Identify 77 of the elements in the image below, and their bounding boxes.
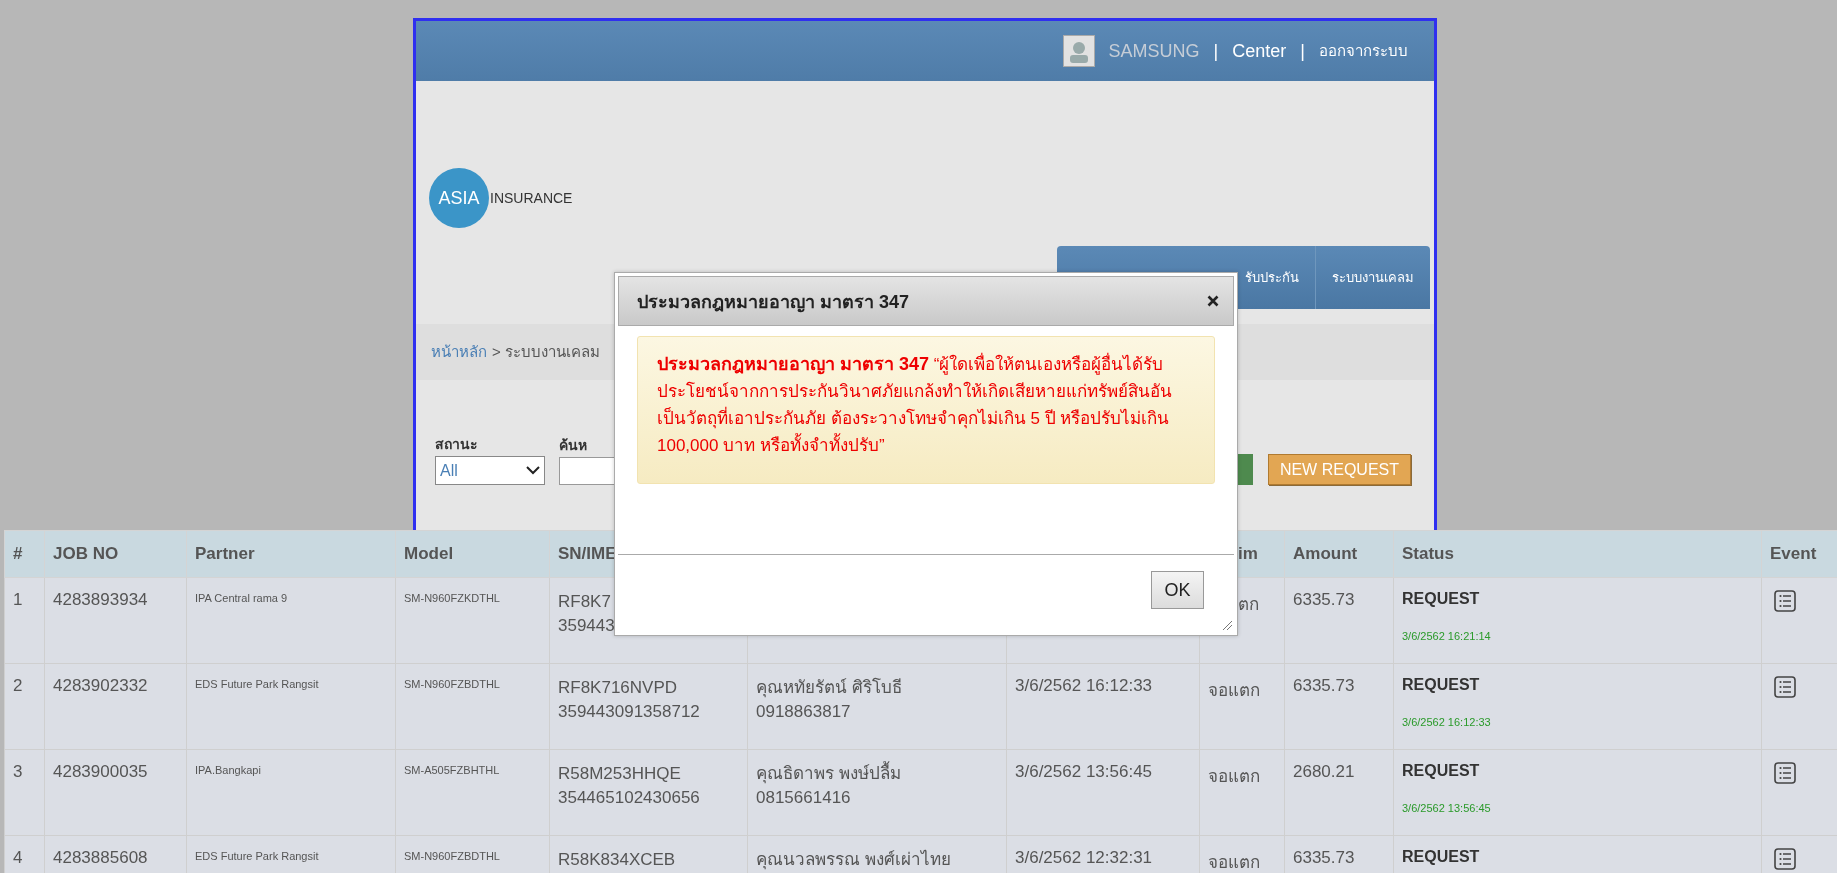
row-number: 2 xyxy=(13,676,23,695)
row-number: 1 xyxy=(13,590,23,609)
nav-item[interactable]: ระบบงานเคลม xyxy=(1316,246,1430,309)
row-number: 4 xyxy=(13,848,23,867)
job-number: 4283900035 xyxy=(53,762,148,781)
customer-info: คุณนวลพรรณ พงศ์เผ่าไทย xyxy=(756,848,952,872)
serial-number: RF8K716NVPD xyxy=(558,677,679,699)
claim-type: จอแตก xyxy=(1208,681,1260,700)
amount: 6335.73 xyxy=(1293,848,1355,867)
resize-grip-icon[interactable] xyxy=(1222,620,1233,631)
list-icon[interactable] xyxy=(1774,762,1796,784)
model-code: SM-N960FZBDTHL xyxy=(404,678,500,690)
column-header: JOB NO xyxy=(44,530,187,578)
status-label: REQUEST xyxy=(1402,848,1481,866)
date-time: 3/6/2562 13:56:45 xyxy=(1015,762,1153,781)
dialog-title: ประมวลกฎหมายอาญา มาตรา 347 xyxy=(637,290,910,315)
amount: 2680.21 xyxy=(1293,762,1355,781)
serial-number: 359443 xyxy=(558,615,616,637)
breadcrumb-current: > ระบบงานเคลม xyxy=(492,342,600,362)
customer-info: 0815661416 xyxy=(756,787,852,809)
logout-link[interactable]: ออกจากระบบ xyxy=(1319,39,1408,63)
partner-name: IPA Central rama 9 xyxy=(195,592,288,604)
date-time: 3/6/2562 12:32:31 xyxy=(1015,848,1153,867)
list-icon[interactable] xyxy=(1774,590,1796,612)
customer-info: 0918863817 xyxy=(756,701,852,723)
column-header: # xyxy=(4,530,45,578)
job-number: 4283902332 xyxy=(53,676,148,695)
status-select[interactable]: All xyxy=(435,456,545,485)
partner-name: IPA.Bangkapi xyxy=(195,764,261,776)
center-link[interactable]: Center xyxy=(1232,40,1287,62)
amount: 6335.73 xyxy=(1293,676,1355,695)
close-icon[interactable] xyxy=(1207,295,1219,307)
ok-button[interactable]: OK xyxy=(1151,571,1204,609)
warning-message: ประมวลกฎหมายอาญา มาตรา 347 “ผู้ใดเพื่อให้ตนเองหรือผู้อื่นได้รับประโยชน์จากการประกันวินาศภัยแกล้งทำให้เกิดเสียหายแก่ทรัพย์สินอันเป็นวัตถุที่เอาประกันภัย ต้องระวางโทษจำคุกไม่เกิน 5 ปี หรือปรับไม่เกิน 100,000 บาท หรือทั้งจำทั้งปรับ” xyxy=(637,336,1215,484)
status-time: 3/6/2562 16:12:33 xyxy=(1402,716,1492,728)
status-time: 3/6/2562 16:21:14 xyxy=(1402,630,1492,642)
status-label: REQUEST xyxy=(1402,590,1481,608)
claim-type: ตก xyxy=(1238,595,1259,614)
separator: | xyxy=(1213,40,1219,62)
status-time: 3/6/2562 13:56:45 xyxy=(1402,802,1492,814)
list-icon[interactable] xyxy=(1774,676,1796,698)
serial-number: RF8K7 xyxy=(558,591,612,613)
partner-name: EDS Future Park Rangsit xyxy=(195,678,319,690)
user-name[interactable]: SAMSUNG xyxy=(1108,40,1200,62)
status-label: สถานะ xyxy=(435,435,479,454)
avatar-icon xyxy=(1062,35,1095,67)
job-number: 4283885608 xyxy=(53,848,148,867)
amount: 6335.73 xyxy=(1293,590,1355,609)
column-header: Status xyxy=(1393,530,1762,578)
claim-type: จอแตก xyxy=(1208,767,1260,786)
claim-type: จอแตก xyxy=(1208,853,1260,872)
model-code: SM-N960FZKDTHL xyxy=(404,592,500,604)
column-header: Partner xyxy=(186,530,396,578)
home-link[interactable]: หน้าหลัก xyxy=(431,340,487,364)
column-header: Model xyxy=(395,530,550,578)
serial-number: 354465102430656 xyxy=(558,787,701,809)
row-number: 3 xyxy=(13,762,23,781)
separator: | xyxy=(1300,40,1305,62)
model-code: SM-N960FZBDTHL xyxy=(404,850,500,862)
new-request-button[interactable]: NEW REQUEST xyxy=(1267,454,1411,485)
column-header: Event xyxy=(1761,530,1837,578)
job-number: 4283893934 xyxy=(53,590,148,609)
model-code: SM-A505FZBHTHL xyxy=(404,764,500,776)
date-time: 3/6/2562 16:12:33 xyxy=(1015,676,1153,695)
column-header: Amount xyxy=(1284,530,1394,578)
customer-info: คุณธิดาพร พงษ์ปลื้ม xyxy=(756,762,998,786)
serial-number: R58M253HHQE xyxy=(558,763,682,785)
logo-circle: ASIA xyxy=(429,168,489,228)
list-icon[interactable] xyxy=(1774,848,1796,870)
logo-text: INSURANCE xyxy=(490,190,573,206)
serial-number: R58K834XCEB xyxy=(558,849,677,871)
customer-info: คุณหทัยรัตน์ ศิริโบธี xyxy=(756,676,903,700)
caret-icon xyxy=(526,466,540,475)
status-label: REQUEST xyxy=(1402,762,1481,780)
partner-name: EDS Future Park Rangsit xyxy=(195,850,319,862)
status-label: REQUEST xyxy=(1402,676,1481,694)
serial-number: 359443091358712 xyxy=(558,701,701,723)
